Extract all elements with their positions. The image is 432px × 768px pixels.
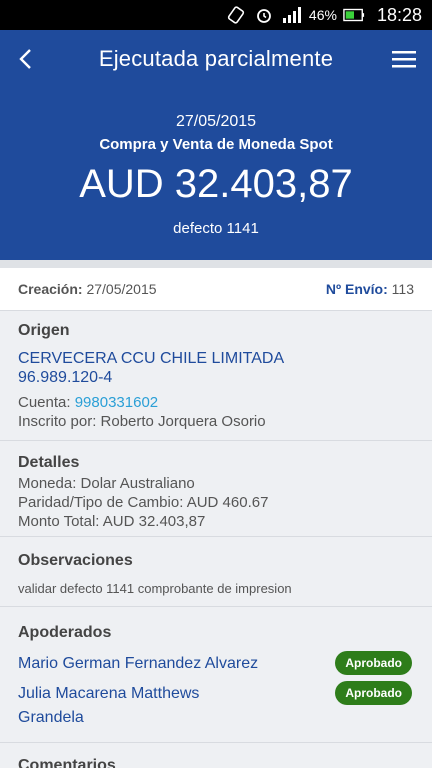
section-detalles: Detalles Moneda: Dolar Australiano Parid… — [0, 440, 432, 536]
app-bar: Ejecutada parcialmente — [0, 30, 432, 88]
status-badge: Aprobado — [335, 681, 412, 705]
section-title: Observaciones — [18, 552, 133, 569]
observation-text: validar defecto 1141 comprobante de impr… — [18, 581, 292, 596]
operation-reference: defecto 1141 — [173, 220, 259, 237]
creation-value: 27/05/2015 — [86, 281, 157, 297]
page-title: Ejecutada parcialmente — [98, 46, 334, 71]
status-bar: 46% 18:28 — [0, 0, 432, 30]
chevron-left-icon — [19, 49, 31, 69]
section-origen: Origen CERVECERA CCU CHILE LIMITADA 96.9… — [0, 310, 432, 440]
menu-button[interactable] — [384, 39, 424, 79]
meta-row: Creación: 27/05/2015 Nº Envío: 113 — [0, 268, 432, 310]
envio-label: Nº Envío: — [325, 281, 388, 297]
section-comentarios: Comentarios — [0, 742, 432, 768]
section-title: Apoderados — [18, 624, 112, 641]
company-name: CERVECERA CCU CHILE LIMITADA — [18, 350, 285, 367]
signal-icon — [281, 4, 303, 26]
hamburger-icon — [392, 51, 416, 68]
approver-name: Julia Macarena Matthews — [18, 685, 200, 702]
detail-rate: Paridad/Tipo de Cambio: AUD 460.67 — [18, 494, 269, 511]
creation-label: Creación: — [18, 281, 83, 297]
divider — [0, 260, 432, 268]
creation-info: Creación: 27/05/2015 — [18, 281, 157, 297]
account-label: Cuenta: — [18, 394, 71, 411]
account-link[interactable]: 9980331602 — [75, 394, 158, 411]
section-title: Comentarios — [18, 757, 116, 768]
alarm-icon — [253, 4, 275, 26]
company-rut: 96.989.120-4 — [18, 369, 113, 386]
back-button[interactable] — [6, 39, 46, 79]
rotation-icon — [225, 4, 247, 26]
account-row: Cuenta: 9980331602 — [18, 393, 414, 412]
status-badge: Aprobado — [335, 651, 412, 675]
operation-summary: 27/05/2015 Compra y Venta de Moneda Spot… — [0, 88, 432, 260]
battery-icon — [343, 4, 365, 26]
detail-currency: Moneda: Dolar Australiano — [18, 475, 195, 492]
section-apoderados: Apoderados Mario German Fernandez Alvare… — [0, 606, 432, 742]
approver-name-cont: Grandela — [18, 709, 84, 726]
envio-value: 113 — [391, 281, 414, 297]
approver-name: Mario German Fernandez Alvarez — [18, 655, 259, 672]
operation-type: Compra y Venta de Moneda Spot — [99, 136, 333, 153]
registered-by: Inscrito por: Roberto Jorquera Osorio — [18, 413, 266, 430]
envio-info: Nº Envío: 113 — [326, 281, 414, 297]
clock: 18:28 — [376, 4, 422, 25]
section-title: Origen — [18, 322, 70, 339]
operation-amount: AUD 32.403,87 — [79, 162, 353, 206]
battery-percent: 46% — [308, 7, 337, 23]
section-title: Detalles — [18, 454, 80, 471]
operation-date: 27/05/2015 — [175, 113, 257, 130]
detail-total: Monto Total: AUD 32.403,87 — [18, 513, 206, 530]
section-observaciones: Observaciones validar defecto 1141 compr… — [0, 536, 432, 606]
